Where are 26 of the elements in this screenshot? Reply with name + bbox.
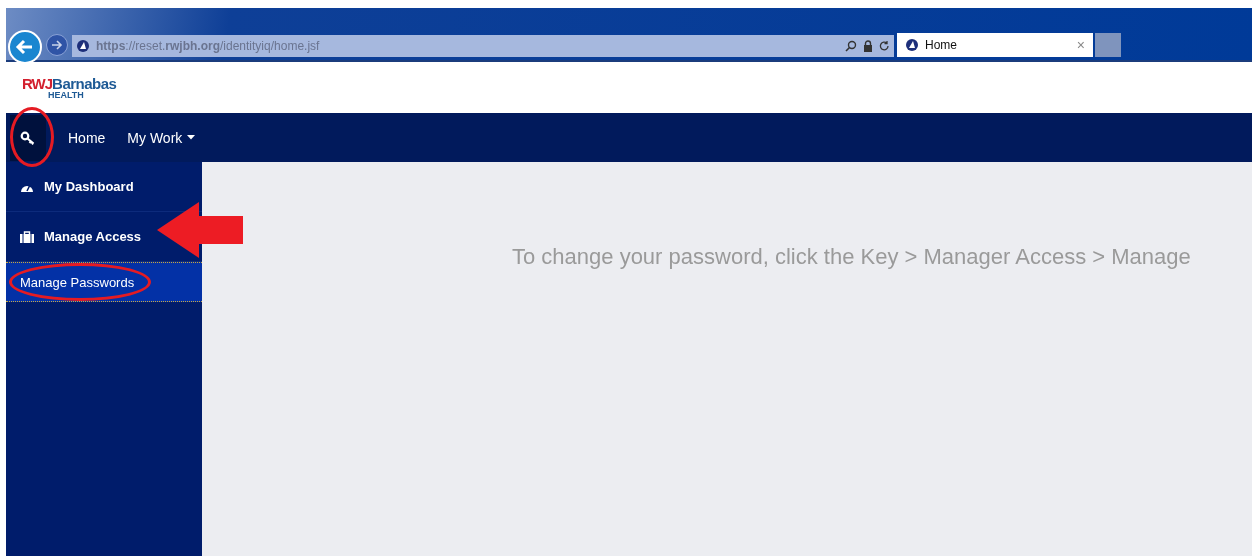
highlight-ellipse: [10, 107, 54, 167]
sidebar-item[interactable]: Manage Access: [20, 229, 142, 244]
back-button[interactable]: [8, 30, 42, 64]
forward-button[interactable]: [46, 34, 68, 56]
browser-tab[interactable]: Home ×: [897, 33, 1093, 57]
instruction-text: To change your password, click the Key > Manager Access > Manage: [512, 244, 1192, 270]
site-icon: [905, 38, 919, 52]
caret-icon: [187, 135, 196, 140]
lock-icon: [863, 40, 873, 52]
search-icon[interactable]: [845, 40, 857, 52]
nav-link[interactable]: My Work: [127, 129, 196, 146]
logo-subtext: HEALTH: [48, 90, 85, 100]
site-icon: [76, 39, 90, 53]
key-button[interactable]: [10, 114, 46, 161]
logo-text: RWJ: [22, 75, 53, 91]
tab-title: Home: [925, 38, 958, 52]
arrow-right-icon: [51, 39, 63, 51]
sidebar-subitem[interactable]: Manage Passwords: [6, 262, 202, 302]
url-text: https://reset.rwjbh.org/identityiq/home.jsf: [96, 39, 321, 53]
logo-text: Barnabas: [52, 75, 117, 91]
refresh-icon[interactable]: [879, 40, 890, 52]
nav-link[interactable]: Home: [68, 129, 106, 146]
sidebar-item[interactable]: My Dashboard: [20, 179, 134, 194]
close-tab-button[interactable]: ×: [1076, 37, 1085, 53]
briefcase-icon: [20, 230, 34, 243]
key-icon: [20, 130, 36, 145]
